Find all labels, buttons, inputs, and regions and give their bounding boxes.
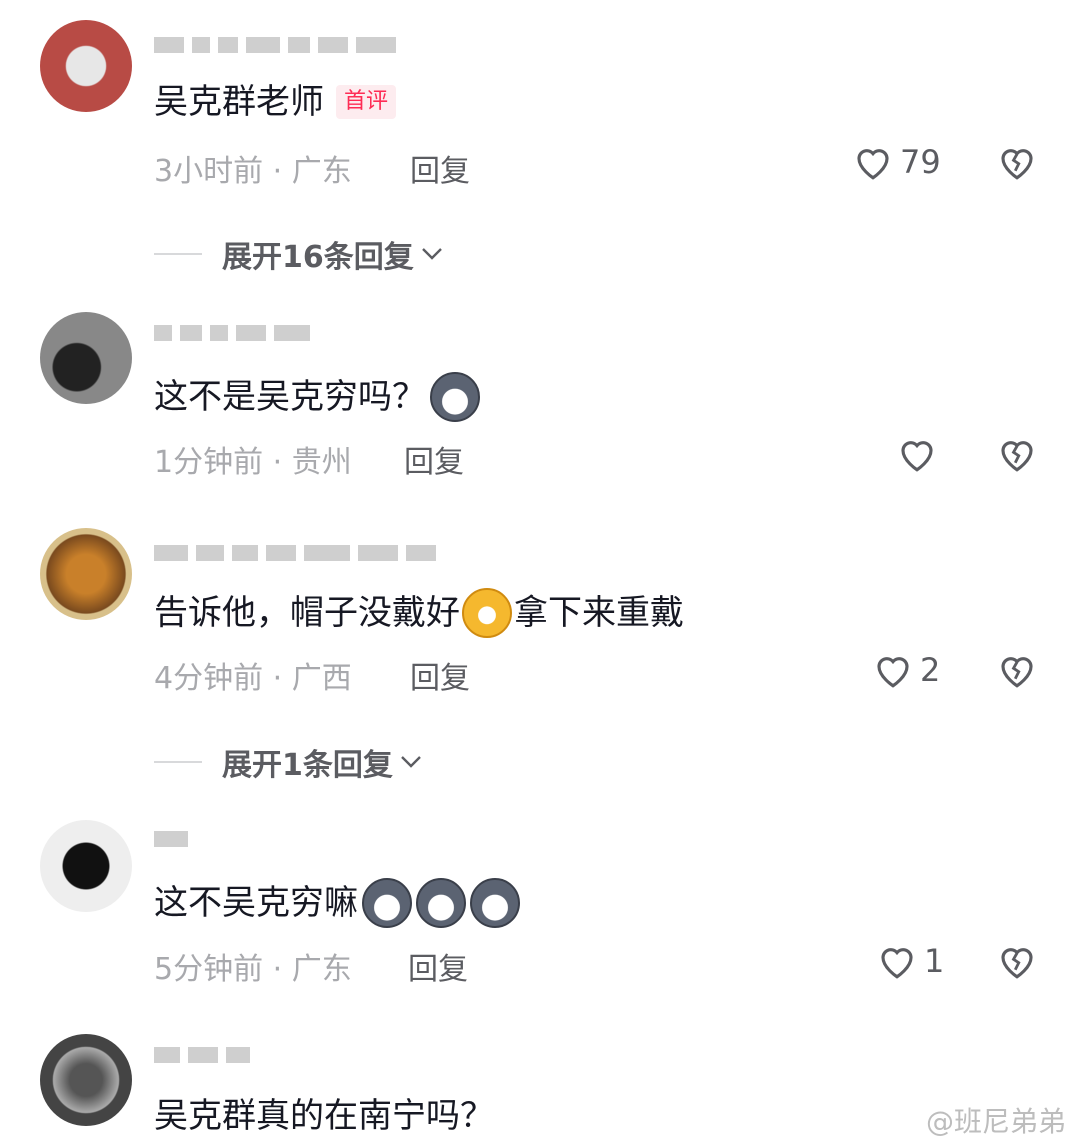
husky-dog-emoji [362,878,412,928]
avatar[interactable] [40,20,132,112]
weibo-watermark: @班尼弟弟 [926,1100,1066,1140]
like-button[interactable]: 79 [852,142,941,182]
broken-heart-icon [1001,149,1033,180]
husky-dog-emoji [470,878,520,928]
avatar[interactable] [40,1034,132,1126]
comment-meta: 4分钟前 · 广西 [154,661,352,696]
comment-text-content: 这不是吴克穷吗？ [154,377,426,417]
like-button[interactable] [896,434,944,474]
comment-text-content: 吴克群老师 [154,82,324,122]
comment-text-content: 告诉他，帽子没戴好 [154,593,460,633]
chevron-down-icon [401,756,421,768]
comment-text-content: 吴克群真的在南宁吗？ [154,1096,494,1136]
broken-heart-icon [1001,441,1033,472]
like-count: 2 [920,651,941,689]
avatar[interactable] [40,820,132,912]
chevron-down-icon [421,248,442,260]
reply-button[interactable]: 回复 [410,146,470,190]
expand-replies[interactable]: 展开1条回复 [154,740,423,784]
reply-button[interactable]: 回复 [404,437,464,481]
husky-dog-emoji [430,372,480,422]
username-blurred[interactable] [154,30,396,60]
divider-line [154,761,202,763]
heart-outline-icon [901,441,933,472]
comment-text: 吴克群老师 首评 [154,80,397,124]
comment-meta: 5分钟前 · 广东 [154,952,352,987]
username-blurred[interactable] [154,824,188,854]
expand-replies-label: 展开1条回复 [222,748,393,783]
watermark-text: @班尼弟弟 [925,1105,1066,1138]
comment-text-content: 这不吴克穷嘛 [154,883,358,923]
comment-text: 这不吴克穷嘛 [154,878,520,928]
grinning-face-emoji [462,588,512,638]
divider-line [154,253,202,255]
reply-button[interactable]: 回复 [408,944,468,988]
dislike-button[interactable] [996,434,1038,474]
username-blurred[interactable] [154,538,436,568]
broken-heart-icon [1001,948,1033,979]
username-blurred[interactable] [154,1040,250,1070]
heart-outline-icon [877,657,909,688]
comment-text: 告诉他，帽子没戴好 拿下来重戴 [154,588,684,638]
comment-meta: 1分钟前 · 贵州 [154,445,352,480]
first-comment-badge: 首评 [336,85,397,119]
reply-button[interactable]: 回复 [410,653,470,697]
comment-text-content: 拿下来重戴 [514,593,684,633]
comment-meta: 3小时前 · 广东 [154,154,352,189]
like-button[interactable]: 1 [876,941,944,981]
husky-dog-emoji [416,878,466,928]
dislike-button[interactable] [996,650,1038,690]
comment-text: 这不是吴克穷吗？ [154,372,480,422]
like-count: 79 [900,143,941,181]
like-button[interactable]: 2 [872,650,940,690]
heart-outline-icon [857,149,889,180]
username-blurred[interactable] [154,318,310,348]
broken-heart-icon [1001,657,1033,688]
expand-replies[interactable]: 展开16条回复 [154,232,444,276]
dislike-button[interactable] [996,142,1038,182]
dislike-button[interactable] [996,941,1038,981]
avatar[interactable] [40,312,132,404]
avatar[interactable] [40,528,132,620]
comment-text: 吴克群真的在南宁吗？ [154,1094,494,1138]
expand-replies-label: 展开16条回复 [222,240,414,275]
heart-outline-icon [881,948,913,979]
like-count: 1 [924,942,945,980]
